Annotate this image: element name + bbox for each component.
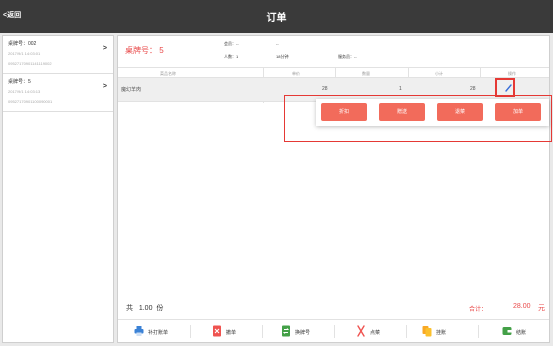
toolbar-divider (334, 325, 335, 338)
total-label: 合计： (469, 307, 488, 313)
order-time: 2017/9/1 14:03:13 (8, 89, 41, 94)
swap-icon (282, 325, 290, 337)
people-count: 人数：1 (224, 54, 239, 59)
order-list-item[interactable]: 桌牌号：002 2017/9/1 14:03:01 09527170901141… (3, 36, 113, 74)
utensils-icon (357, 325, 365, 337)
charge-account-button[interactable]: 挂账 (406, 320, 478, 343)
return-dish-button[interactable]: 退菜 (437, 103, 483, 121)
cancel-doc-icon (213, 325, 221, 337)
total-quantity: 共 1.00 份 (126, 305, 164, 312)
change-plate-button[interactable]: 换牌号 (262, 320, 334, 343)
dish-quantity: 1 (399, 86, 402, 92)
order-number: 09527170901141119002 (8, 61, 52, 66)
chevron-right-icon[interactable]: > (103, 83, 107, 90)
toolbar-divider (478, 325, 479, 338)
checkout-button[interactable]: 结账 (478, 320, 549, 343)
table-header: 菜品名称 单价 数量 小计 操作 (118, 67, 549, 78)
waiter-info: 服务员：-- (338, 54, 357, 59)
ledger-icon (422, 326, 432, 337)
header-operation: 操作 (508, 71, 516, 76)
total-unit: 元 (538, 305, 545, 312)
totals-bar: 共 1.00 份 合计： 28.00 元 (118, 298, 549, 318)
plate-value: 5 (159, 46, 164, 55)
page-title: 订单 (266, 13, 287, 24)
app-header: <返回 订单 (0, 0, 553, 33)
discount-button[interactable]: 折扣 (321, 103, 367, 121)
toolbar-divider (406, 325, 407, 338)
order-plate: 桌牌号：002 (8, 41, 37, 47)
member-info: 会员：-- (224, 41, 239, 46)
member-code: -- (276, 41, 279, 46)
wallet-icon (502, 327, 512, 335)
gift-button[interactable]: 赠送 (379, 103, 425, 121)
plate-label: 桌牌号： 5 (125, 46, 164, 55)
order-list: 桌牌号：002 2017/9/1 14:03:01 09527170901141… (2, 35, 114, 343)
toolbar-divider (190, 325, 191, 338)
order-plate: 桌牌号：5 (8, 79, 31, 85)
cancel-order-button[interactable]: 撤单 (190, 320, 262, 343)
pencil-icon (505, 84, 512, 92)
order-list-item[interactable]: 桌牌号：5 2017/9/1 14:03:13 0952717090110009… (3, 74, 113, 112)
bottom-toolbar: 补打账单 撤单 换牌号 点菜 挂账 结账 (118, 319, 549, 343)
total-amount: 28.00 (513, 303, 531, 310)
order-dish-button[interactable]: 点菜 (334, 320, 406, 343)
chevron-right-icon[interactable]: > (103, 45, 107, 52)
dish-action-panel: 折扣 赠送 退菜 加单 (316, 99, 549, 126)
header-subtotal: 小计 (435, 71, 443, 76)
duration: 18分钟 (276, 54, 289, 59)
dish-name: 魔幻羊肉 (121, 87, 142, 93)
dish-subtotal: 28 (470, 86, 476, 92)
header-quantity: 数量 (362, 71, 370, 76)
toolbar-divider (262, 325, 263, 338)
reprint-bill-button[interactable]: 补打账单 (118, 320, 190, 343)
printer-icon (134, 326, 144, 336)
add-order-button[interactable]: 加单 (495, 103, 541, 121)
order-number: 09527170901100090001 (8, 99, 53, 104)
dish-price: 28 (322, 86, 328, 92)
header-dish-name: 菜品名称 (160, 71, 176, 76)
header-price: 单价 (292, 71, 300, 76)
order-detail: 桌牌号： 5 会员：-- -- 人数：1 18分钟 服务员：-- 菜品名称 单价… (117, 35, 552, 343)
order-time: 2017/9/1 14:03:01 (8, 51, 41, 56)
